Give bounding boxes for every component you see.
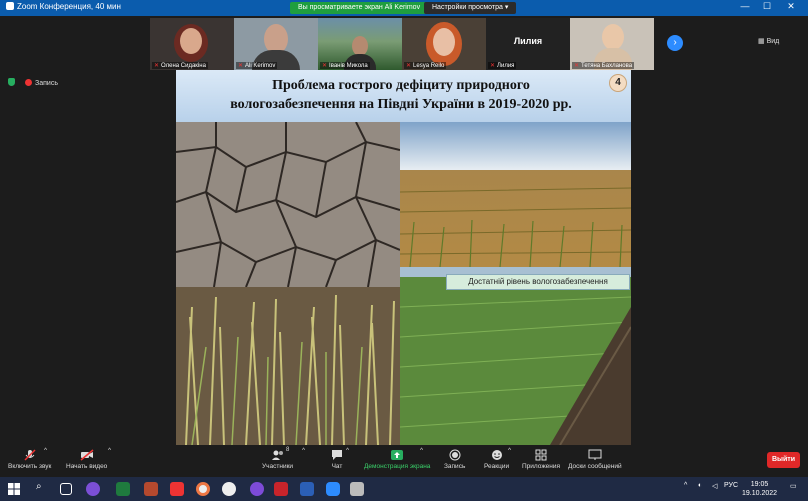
- muted-mic-icon: ✕: [574, 63, 580, 69]
- language-indicator[interactable]: РУС: [724, 482, 738, 489]
- muted-mic-icon: ✕: [406, 63, 412, 69]
- window-title: Zoom Конференция, 40 мин: [17, 2, 121, 11]
- participant-tile[interactable]: ✕ Тетяна Бахланова: [570, 18, 654, 70]
- drought-wheat-photo: [176, 287, 400, 445]
- chevron-up-icon: ^: [346, 447, 350, 454]
- meeting-toolbar: Включить звук ^ Начать видео ^ Участники…: [0, 445, 808, 477]
- chevron-up-icon: ^: [44, 447, 48, 454]
- chevron-up-icon: ^: [420, 447, 424, 454]
- reactions-button[interactable]: Реакции: [484, 449, 509, 470]
- record-dot-icon: [25, 79, 32, 86]
- muted-mic-icon: ✕: [322, 63, 328, 69]
- share-screen-icon: [391, 450, 404, 460]
- view-button[interactable]: ▦ Вид: [758, 37, 779, 45]
- network-icon[interactable]: ◐: [698, 482, 702, 489]
- grid-icon: ▦: [758, 38, 765, 45]
- participant-tile[interactable]: ✕ Іванів Микола: [318, 18, 402, 70]
- shield-icon: [8, 78, 15, 86]
- participants-count: 8: [286, 447, 290, 453]
- start-video-button[interactable]: Начать видео: [66, 449, 107, 470]
- participants-icon: [271, 450, 283, 460]
- whiteboards-button[interactable]: Доски сообщений: [568, 449, 622, 470]
- sharing-banner: Вы просматриваете экран Ali Kerimov: [290, 2, 429, 14]
- excel-icon[interactable]: [116, 482, 130, 496]
- zoom-window: Zoom Конференция, 40 мин Вы просматривае…: [0, 0, 808, 501]
- viber-icon[interactable]: [250, 482, 264, 496]
- close-button[interactable]: ✕: [784, 1, 798, 12]
- reactions-options-caret[interactable]: ^: [508, 447, 511, 454]
- acrobat-icon[interactable]: [274, 482, 288, 496]
- app-icon[interactable]: [144, 482, 158, 496]
- participant-tile[interactable]: ✕ Lesya Reilo: [402, 18, 486, 70]
- record-button[interactable]: Запись: [444, 449, 465, 470]
- participant-tile[interactable]: ✕ Ali Kerimov: [234, 18, 318, 70]
- participants-options-caret[interactable]: ^: [302, 447, 305, 454]
- chevron-up-icon: ^: [302, 447, 306, 454]
- chat-options-caret[interactable]: ^: [346, 447, 349, 454]
- slide-title: Проблема гострого дефіциту природного во…: [230, 78, 572, 112]
- zoom-taskbar-icon[interactable]: [326, 482, 340, 496]
- yandex-icon[interactable]: [170, 482, 184, 496]
- video-options-caret[interactable]: ^: [108, 447, 111, 454]
- word-icon[interactable]: [300, 482, 314, 496]
- chevron-up-icon: ^: [108, 447, 112, 454]
- shared-screen-slide: Проблема гострого дефіциту природного во…: [176, 70, 631, 445]
- search-icon[interactable]: ⌕: [36, 481, 42, 492]
- tray-expand-icon[interactable]: ^: [684, 482, 687, 489]
- task-view-icon[interactable]: [60, 483, 72, 495]
- slide-caption: Достатній рівень вологозабезпечення: [446, 274, 630, 290]
- windows-start-icon[interactable]: [8, 483, 20, 495]
- minimize-button[interactable]: —: [738, 1, 752, 11]
- yandex-browser-icon[interactable]: [222, 482, 236, 496]
- slide-header: Проблема гострого дефіциту природного во…: [176, 70, 631, 122]
- whiteboard-icon: [588, 449, 602, 460]
- windows-taskbar: ⌕ ^ ◐ ◁ РУС 19:05 19.10.2022 ▭: [0, 477, 808, 501]
- chrome-icon[interactable]: [196, 482, 210, 496]
- participant-name-label: Лилия: [513, 36, 543, 46]
- muted-mic-icon: ✕: [490, 63, 496, 69]
- notifications-icon[interactable]: ▭: [790, 482, 797, 490]
- maximize-button[interactable]: ☐: [760, 1, 774, 12]
- app-icon[interactable]: [86, 482, 100, 496]
- chat-button[interactable]: Чат: [330, 449, 344, 470]
- view-options-button[interactable]: Настройки просмотра ▾: [424, 2, 517, 14]
- apps-icon: [535, 449, 547, 461]
- share-options-caret[interactable]: ^: [420, 447, 423, 454]
- muted-mic-icon: ✕: [238, 63, 244, 69]
- chat-icon: [332, 450, 342, 460]
- leave-meeting-button[interactable]: Выйти: [767, 452, 800, 468]
- recording-indicator[interactable]: Запись: [8, 78, 58, 87]
- apps-button[interactable]: Приложения: [522, 449, 560, 470]
- smiley-icon: [491, 450, 502, 460]
- record-icon: [449, 449, 461, 461]
- next-page-button[interactable]: ›: [667, 35, 683, 51]
- participant-tile[interactable]: ✕ Олена Сидакіна: [150, 18, 234, 70]
- green-wheat-photo: [400, 267, 631, 445]
- taskbar-clock[interactable]: 19:05 19.10.2022: [742, 480, 777, 498]
- video-off-icon: [80, 449, 94, 461]
- muted-microphone-icon: [24, 449, 36, 461]
- audio-options-caret[interactable]: ^: [44, 447, 47, 454]
- volume-icon[interactable]: ◁: [712, 482, 717, 490]
- dry-field-photo: [400, 122, 631, 267]
- participant-tile[interactable]: Лилия ✕ Лилия: [486, 18, 570, 70]
- title-bar: Zoom Конференция, 40 мин Вы просматривае…: [0, 0, 808, 16]
- chevron-up-icon: ^: [508, 447, 512, 454]
- slide-number: 4: [609, 74, 627, 92]
- zoom-logo-icon: [6, 2, 14, 10]
- cracked-soil-photo: [176, 122, 400, 287]
- app-icon[interactable]: [350, 482, 364, 496]
- participant-gallery: ✕ Олена Сидакіна ✕ Ali Kerimov ✕ Іванів Мик…: [0, 16, 808, 70]
- muted-mic-icon: ✕: [154, 63, 160, 69]
